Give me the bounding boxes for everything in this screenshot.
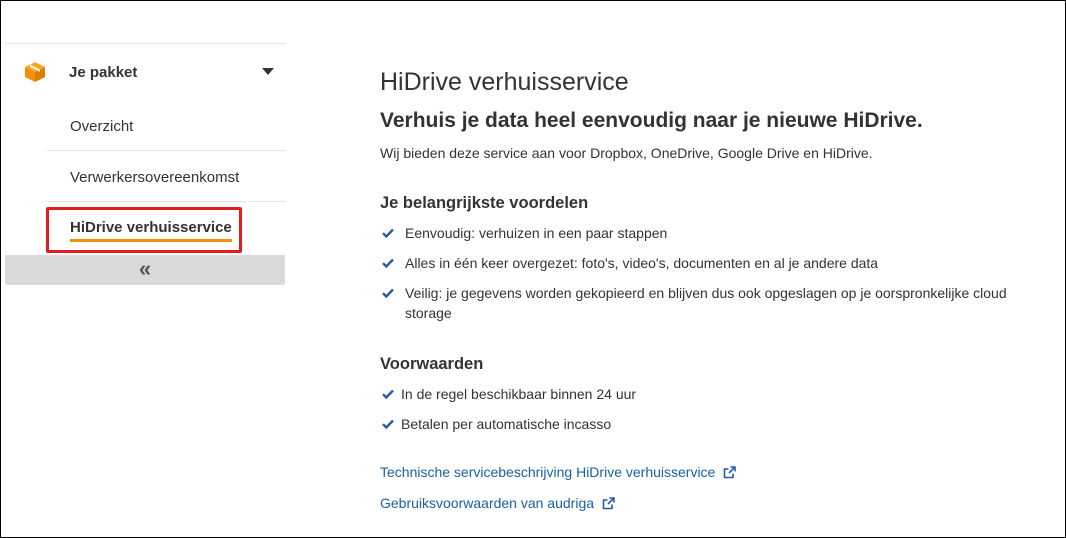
benefit-text: Eenvoudig: verhuizen in een paar stappen [405, 225, 668, 241]
benefits-heading: Je belangrijkste voordelen [380, 194, 589, 212]
package-icon [25, 62, 45, 82]
sidebar-collapse-button[interactable]: « [5, 255, 285, 285]
sidebar-package-label: Je pakket [69, 64, 138, 81]
intro-text: Wij bieden deze service aan voor Dropbox… [380, 145, 873, 161]
list-item: Veilig: je gegevens worden gekopieerd en… [380, 283, 1050, 323]
sidebar-item-verwerkersovereenkomst[interactable]: Verwerkersovereenkomst [46, 151, 285, 202]
list-item: Eenvoudig: verhuizen in een paar stappen [380, 223, 1050, 243]
sidebar-item-label: HiDrive verhuisservice [70, 219, 232, 242]
link-label: Technische servicebeschrijving HiDrive v… [380, 464, 716, 480]
app-window: Je pakket Overzicht Verwerkersovereenkom… [0, 0, 1066, 538]
links-section: Technische servicebeschrijving HiDrive v… [380, 462, 1050, 513]
sidebar: Je pakket Overzicht Verwerkersovereenkom… [5, 43, 285, 285]
list-item: Alles in één keer overgezet: foto's, vid… [380, 253, 1050, 273]
external-link-icon [602, 496, 615, 509]
list-item: Betalen per automatische incasso [380, 414, 1050, 434]
check-icon [382, 228, 394, 238]
page-subtitle: Verhuis je data heel eenvoudig naar je n… [380, 109, 923, 132]
benefits-list: Eenvoudig: verhuizen in een paar stappen… [380, 223, 1050, 323]
sidebar-subnav: Overzicht Verwerkersovereenkomst HiDrive… [5, 100, 285, 252]
link-label: Gebruiksvoorwaarden van audriga [380, 495, 595, 511]
condition-text: In de regel beschikbaar binnen 24 uur [401, 386, 637, 402]
caret-down-icon[interactable] [262, 68, 274, 75]
check-icon [382, 258, 394, 268]
sidebar-item-label: Overzicht [70, 118, 134, 135]
terms-of-use-link[interactable]: Gebruiksvoorwaarden van audriga [380, 493, 615, 513]
double-chevron-left-icon: « [138, 255, 152, 281]
external-link-icon [724, 465, 737, 478]
check-icon [382, 288, 394, 298]
main-content: HiDrive verhuisservice Verhuis je data h… [380, 67, 1050, 513]
list-item: In de regel beschikbaar binnen 24 uur [380, 384, 1050, 404]
sidebar-item-overzicht[interactable]: Overzicht [46, 100, 285, 151]
conditions-heading: Voorwaarden [380, 355, 484, 373]
page-title: HiDrive verhuisservice [380, 68, 629, 96]
check-icon [382, 389, 394, 399]
sidebar-package-toggle[interactable]: Je pakket [5, 44, 285, 100]
check-icon [382, 419, 394, 429]
sidebar-item-hidrive-verhuisservice[interactable]: HiDrive verhuisservice [46, 202, 285, 252]
condition-text: Betalen per automatische incasso [401, 416, 612, 432]
technical-description-link[interactable]: Technische servicebeschrijving HiDrive v… [380, 462, 737, 482]
conditions-list: In de regel beschikbaar binnen 24 uur Be… [380, 384, 1050, 434]
sidebar-item-label: Verwerkersovereenkomst [70, 169, 240, 186]
benefit-text: Alles in één keer overgezet: foto's, vid… [405, 255, 879, 271]
benefit-text: Veilig: je gegevens worden gekopieerd en… [405, 285, 1007, 321]
